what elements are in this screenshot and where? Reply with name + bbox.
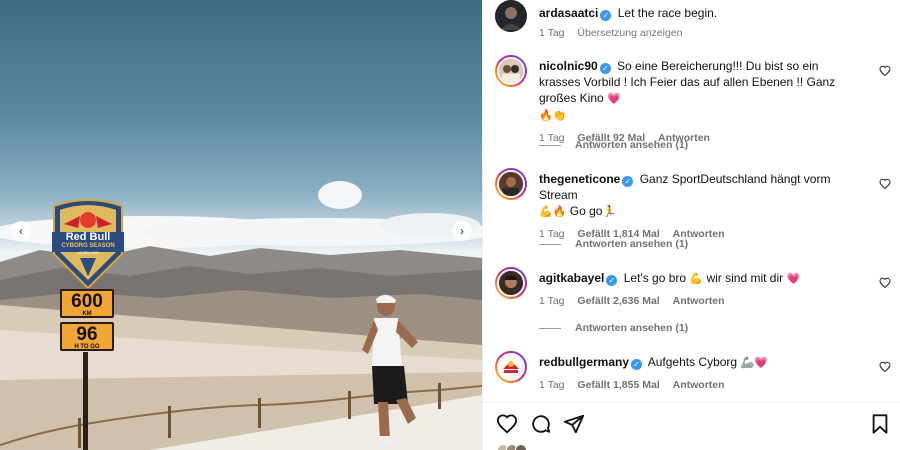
verified-icon: ✓ xyxy=(600,10,612,21)
view-replies-button[interactable]: Antworten ansehen (1) xyxy=(539,238,688,250)
muscle-fire-emoji: 💪🔥 xyxy=(539,205,567,218)
hours-unit: H TO GO xyxy=(74,344,100,350)
like-comment-heart-icon[interactable] xyxy=(879,65,891,77)
post-photo: Red Bull CYBORG SEASON ULTRA 600 600 KM … xyxy=(0,0,482,450)
like-comment-heart-icon[interactable] xyxy=(879,277,891,289)
avatar[interactable] xyxy=(495,267,527,299)
verified-icon: ✓ xyxy=(599,63,611,74)
race-sign: Red Bull CYBORG SEASON ULTRA 600 xyxy=(50,196,126,293)
comment-likes[interactable]: Gefällt 2,636 Mal xyxy=(577,295,659,307)
comment-likes[interactable]: Gefällt 1,855 Mal xyxy=(577,379,659,391)
bookmark-icon[interactable] xyxy=(869,413,891,435)
comments-list[interactable]: ardasaatci ✓ Let the race begin. 1 Tag Üb… xyxy=(483,0,900,402)
like-comment-heart-icon[interactable] xyxy=(879,178,891,190)
reply-button[interactable]: Antworten xyxy=(673,295,725,307)
heart-emoji: 💗 xyxy=(607,92,621,105)
hours-value: 96 xyxy=(76,324,98,345)
heart-icon[interactable] xyxy=(496,413,518,435)
mech-arm-heart-emoji: 🦾💗 xyxy=(740,356,768,369)
comment-text: Let's go bro xyxy=(623,271,687,285)
muscle-emoji: 💪 xyxy=(689,272,704,285)
comments-panel: ardasaatci ✓ Let the race begin. 1 Tag Üb… xyxy=(482,0,900,450)
avatar[interactable] xyxy=(495,351,527,383)
caption-username[interactable]: ardasaatci xyxy=(539,6,598,20)
sign-event: CYBORG SEASON xyxy=(61,243,115,249)
comment-icon[interactable] xyxy=(530,413,552,435)
avatar[interactable] xyxy=(495,55,527,87)
comment-text-2: wir sind mit dir xyxy=(706,271,784,285)
comment-age: 1 Tag xyxy=(539,295,565,307)
heart-emoji: 💗 xyxy=(786,272,801,285)
translate-link[interactable]: Übersetzung anzeigen xyxy=(577,27,682,39)
chevron-left-icon: ‹ xyxy=(19,224,23,238)
view-replies-button[interactable]: Antworten ansehen (1) xyxy=(539,139,688,151)
liked-by-row[interactable] xyxy=(497,444,527,450)
post-actions xyxy=(483,402,900,442)
avatar xyxy=(515,444,527,450)
comment-username[interactable]: thegeneticone xyxy=(539,172,620,186)
caption-text: Let the race begin. xyxy=(617,6,718,20)
reply-button[interactable]: Antworten xyxy=(673,379,725,391)
sign-sub: ULTRA 600 xyxy=(77,250,99,255)
view-replies-button[interactable]: Antworten ansehen (1) xyxy=(539,322,688,334)
comment-text: Aufgehts Cyborg xyxy=(647,355,738,369)
fire-clap-emoji: 🔥👏 xyxy=(539,109,567,122)
comment-username[interactable]: nicolnic90 xyxy=(539,59,598,73)
avatar[interactable] xyxy=(495,168,527,200)
sign-pole xyxy=(83,352,88,450)
hours-board: 96 H TO GO xyxy=(60,322,114,351)
verified-icon: ✓ xyxy=(622,176,634,187)
previous-image-button[interactable]: ‹ xyxy=(11,221,31,241)
sign-brand: Red Bull xyxy=(65,231,111,243)
distance-board: 600 KM xyxy=(60,289,114,318)
comment-age: 1 Tag xyxy=(539,379,565,391)
comment-username[interactable]: redbullgermany xyxy=(539,355,629,369)
next-image-button[interactable]: › xyxy=(452,221,472,241)
comment-username[interactable]: agitkabayel xyxy=(539,271,604,285)
comment-text-2: Go go xyxy=(569,204,603,218)
caption-age: 1 Tag xyxy=(539,27,565,39)
verified-icon: ✓ xyxy=(606,275,618,286)
share-icon[interactable] xyxy=(563,413,585,435)
distance-value: 600 xyxy=(71,291,103,312)
distance-unit: KM xyxy=(82,311,92,317)
chevron-right-icon: › xyxy=(460,224,464,238)
avatar[interactable] xyxy=(495,0,527,32)
runner-emoji: 🏃 xyxy=(602,205,617,218)
verified-icon: ✓ xyxy=(631,359,643,370)
like-comment-heart-icon[interactable] xyxy=(879,361,891,373)
